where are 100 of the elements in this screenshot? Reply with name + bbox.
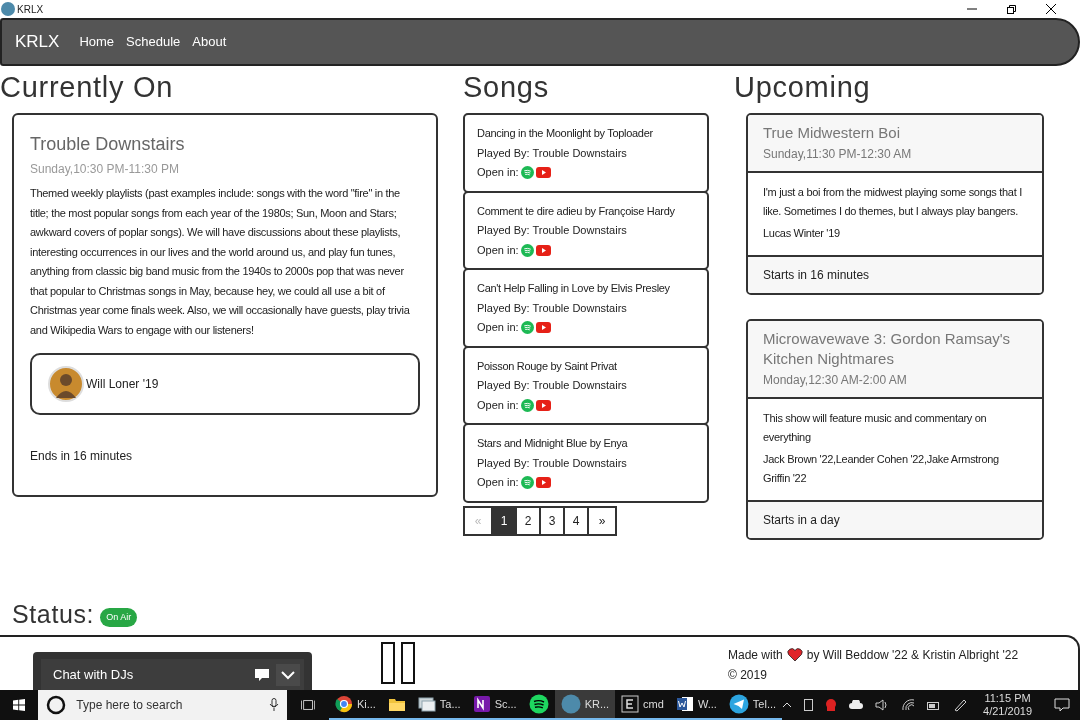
show-time: Sunday,10:30 PM-11:30 PM bbox=[30, 161, 180, 178]
taskbar-app[interactable]: Ki... bbox=[328, 690, 382, 720]
open-in-label: Open in: bbox=[477, 397, 519, 413]
made-with-text: Made with bbox=[728, 647, 783, 664]
browser-icon bbox=[334, 695, 353, 713]
song-title: Poisson Rouge by Saint Privat bbox=[477, 358, 618, 374]
show-time: Sunday,11:30 PM-12:30 AM bbox=[763, 146, 913, 163]
maximize-icon[interactable] bbox=[1007, 4, 1016, 14]
section-heading: Upcoming bbox=[734, 70, 872, 105]
credits-text: by Will Beddow '22 & Kristin Albright '22 bbox=[806, 647, 1019, 664]
played-by: Played By: Trouble Downstairs bbox=[477, 378, 628, 393]
cloud-upload-icon[interactable] bbox=[849, 700, 864, 710]
youtube-icon[interactable] bbox=[535, 167, 551, 179]
volume-icon[interactable] bbox=[875, 699, 890, 711]
notification-icon[interactable] bbox=[1054, 698, 1070, 712]
show-description: I'm just a boi from the midwest playing some songs that I like. Sometimes I do themes, but I always play bangers. bbox=[763, 185, 1023, 219]
section-heading: Songs bbox=[463, 70, 550, 105]
paper-plane-icon bbox=[728, 694, 749, 714]
app-label: KR... bbox=[584, 696, 610, 712]
show-description: This show will feature music and commentary on everything bbox=[763, 411, 988, 445]
chat-widget[interactable]: Chat with DJs bbox=[33, 652, 312, 690]
taskbar-app[interactable]: Tel... bbox=[722, 690, 783, 720]
task-view-icon[interactable] bbox=[300, 698, 315, 712]
youtube-icon[interactable] bbox=[535, 322, 551, 334]
youtube-icon[interactable] bbox=[535, 477, 551, 489]
page-button[interactable]: 3 bbox=[539, 505, 565, 536]
app-label: W... bbox=[697, 696, 717, 712]
taskbar-app[interactable]: cmd bbox=[615, 690, 670, 720]
pause-icon[interactable] bbox=[381, 642, 415, 684]
nav-link[interactable]: About bbox=[192, 32, 227, 52]
app-label: Ki... bbox=[356, 696, 376, 712]
taskbar-app[interactable]: W... bbox=[669, 690, 723, 720]
folder-icon bbox=[387, 696, 406, 712]
clock-time[interactable]: 11:15 PM bbox=[984, 692, 1031, 705]
spotify-icon[interactable] bbox=[520, 476, 534, 490]
chevron-down-icon[interactable] bbox=[276, 663, 300, 686]
close-icon[interactable] bbox=[1046, 4, 1056, 14]
nav-link[interactable]: Schedule bbox=[126, 32, 181, 52]
show-title: True Midwestern Boi bbox=[763, 123, 901, 143]
show-description: Themed weekly playlists (past examples include: songs with the word "fire" in the title; the most popular songs from each year of the 1980s; Sun, Moon and Stars; awkward covers of poplar songs). We will have discussions about these playlists, interesting occurrences in our lives and the world around us, and play fun tunes, anything from classic big band music from the 1940s to 2000s pop that was never that popular to Christmas songs in May, because hey, we could all use a bit of Christmas year come finals week. Also, we will occasionally have guests, play trivia and Wikipedia Wars to engage with our listeners! bbox=[30, 186, 411, 338]
song-title: Dancing in the Moonlight by Toploader bbox=[477, 126, 654, 141]
played-by: Played By: Trouble Downstairs bbox=[477, 145, 628, 161]
show-time: Monday,12:30 AM-2:00 AM bbox=[763, 372, 908, 389]
show-title: Trouble Downstairs bbox=[30, 133, 186, 156]
song-title: Stars and Midnight Blue by Enya bbox=[477, 436, 629, 451]
show-title: Microwavewave 3: Gordon Ramsay's Kitchen Nightmares bbox=[763, 329, 1012, 369]
computer-icon bbox=[417, 696, 436, 712]
notebook-icon bbox=[472, 695, 491, 713]
page-button[interactable]: » bbox=[587, 505, 617, 536]
youtube-icon[interactable] bbox=[535, 244, 551, 256]
heart-icon bbox=[786, 648, 803, 662]
played-by: Played By: Trouble Downstairs bbox=[477, 455, 628, 471]
battery-icon[interactable] bbox=[927, 700, 942, 710]
song-title: Comment te dire adieu by Françoise Hardy bbox=[477, 203, 676, 219]
played-by: Played By: Trouble Downstairs bbox=[477, 223, 628, 238]
page-button[interactable]: 1 bbox=[491, 505, 517, 536]
section-heading: Currently On bbox=[0, 70, 175, 105]
played-by: Played By: Trouble Downstairs bbox=[477, 300, 628, 316]
page-button[interactable]: 4 bbox=[563, 505, 589, 536]
taskbar-app[interactable]: Ta... bbox=[411, 690, 467, 720]
spotify-icon[interactable] bbox=[520, 243, 534, 257]
spotify-icon[interactable] bbox=[520, 166, 534, 180]
chevron-up-icon[interactable] bbox=[782, 702, 793, 708]
open-in-label: Open in: bbox=[477, 475, 519, 490]
status-label: Status: bbox=[12, 598, 95, 630]
microphone-icon[interactable] bbox=[268, 698, 279, 712]
starts-text: Starts in a day bbox=[763, 512, 840, 529]
starts-text: Starts in 16 minutes bbox=[763, 267, 870, 284]
search-placeholder: Type here to search bbox=[76, 697, 184, 714]
chat-header[interactable]: Chat with DJs bbox=[41, 659, 304, 690]
window-title: KRLX bbox=[17, 2, 44, 17]
spotify-icon[interactable] bbox=[520, 398, 534, 412]
wifi-icon[interactable] bbox=[901, 699, 916, 711]
taskbar-app[interactable]: KR... bbox=[554, 690, 616, 720]
app-label: Sc... bbox=[494, 696, 517, 712]
brand-logo[interactable]: KRLX bbox=[15, 29, 60, 55]
open-in-label: Open in: bbox=[477, 242, 519, 258]
cortana-icon bbox=[46, 695, 67, 715]
app-icon bbox=[1, 2, 15, 16]
dj-names: Jack Brown '22,Leander Cohen '22,Jake Armstrong Griffin '22 bbox=[763, 452, 1000, 486]
clock-date[interactable]: 4/21/2019 bbox=[983, 705, 1032, 718]
tablet-icon[interactable] bbox=[804, 699, 814, 711]
nav-link[interactable]: Home bbox=[79, 32, 115, 52]
windows-start-icon[interactable] bbox=[13, 698, 26, 712]
chat-bubble-icon[interactable] bbox=[254, 667, 270, 682]
page-button[interactable]: 2 bbox=[515, 505, 541, 536]
youtube-icon[interactable] bbox=[535, 399, 551, 411]
chat-title: Chat with DJs bbox=[53, 665, 135, 684]
dj-names: Lucas Winter '19 bbox=[763, 226, 841, 241]
search-box[interactable]: Type here to search bbox=[38, 690, 287, 720]
taskbar-app[interactable]: Sc... bbox=[466, 690, 523, 720]
copyright-text: © 2019 bbox=[728, 667, 768, 684]
avatar-icon bbox=[48, 366, 84, 402]
dj-name: Will Loner '19 bbox=[86, 376, 159, 393]
music-app-icon bbox=[528, 694, 549, 714]
app-label: Tel... bbox=[752, 696, 777, 712]
spotify-icon[interactable] bbox=[520, 321, 534, 335]
song-title: Can't Help Falling in Love by Elvis Presley bbox=[477, 281, 671, 296]
document-icon bbox=[675, 695, 694, 713]
pen-icon[interactable] bbox=[953, 698, 968, 712]
